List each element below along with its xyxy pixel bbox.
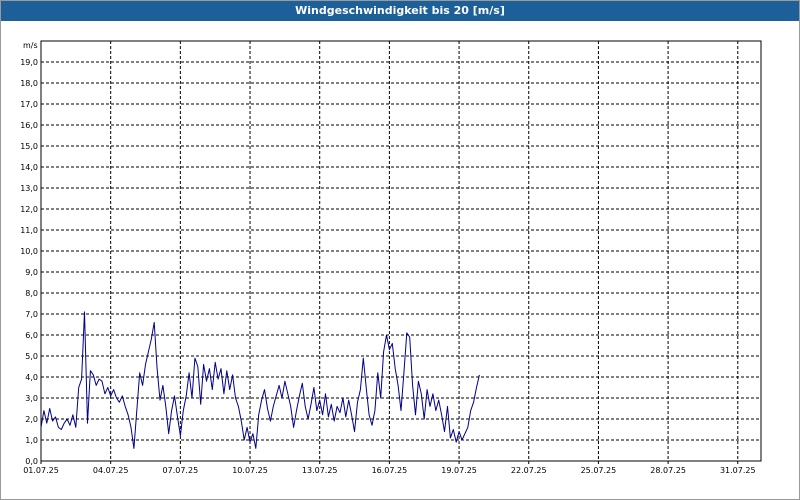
y-tick-label: 15,0 (20, 142, 38, 151)
x-tick-label: 25.07.25 (581, 466, 617, 475)
y-tick-label: 2,0 (25, 415, 38, 424)
y-tick-label: 13,0 (20, 184, 38, 193)
wind-speed-chart: m/s 0,0 1,0 2,0 3,0 4,0 5,0 6,0 7,0 8,0 9,0 10,0 11… (20, 40, 762, 475)
y-tick-label: 6,0 (25, 331, 38, 340)
x-tick-label: 22.07.25 (511, 466, 547, 475)
x-axis-ticks: 01.07.25 04.07.25 07.07.25 10.07.25 13.07.25… (23, 461, 756, 475)
y-tick-label: 12,0 (20, 205, 38, 214)
y-tick-label: 10,0 (20, 247, 38, 256)
y-tick-label: 17,0 (20, 100, 38, 109)
x-tick-label: 19.07.25 (441, 466, 477, 475)
y-tick-label: 19,0 (20, 58, 38, 67)
y-tick-label: 9,0 (25, 268, 38, 277)
x-tick-label: 07.07.25 (163, 466, 199, 475)
x-tick-label: 04.07.25 (93, 466, 129, 475)
window-title: Windgeschwindigkeit bis 20 [m/s] (1, 1, 799, 21)
x-tick-label: 10.07.25 (232, 466, 268, 475)
x-tick-label: 13.07.25 (302, 466, 338, 475)
x-tick-label: 31.07.25 (720, 466, 756, 475)
y-tick-label: 5,0 (25, 352, 38, 361)
x-tick-label: 28.07.25 (650, 466, 686, 475)
y-axis-ticks: 0,0 1,0 2,0 3,0 4,0 5,0 6,0 7,0 8,0 9,0 10,0 11,0 12… (20, 58, 38, 466)
x-tick-label: 01.07.25 (23, 466, 59, 475)
y-tick-label: 16,0 (20, 121, 38, 130)
y-tick-label: 7,0 (25, 310, 38, 319)
x-tick-label: 16.07.25 (372, 466, 408, 475)
grid (41, 41, 761, 461)
y-tick-label: 11,0 (20, 226, 38, 235)
y-tick-label: 4,0 (25, 373, 38, 382)
y-tick-label: 1,0 (25, 436, 38, 445)
y-tick-label: 14,0 (20, 163, 38, 172)
chart-window: Windgeschwindigkeit bis 20 [m/s] m/s 0,0… (0, 0, 800, 500)
y-tick-label: 18,0 (20, 79, 38, 88)
y-axis-unit-label: m/s (23, 41, 38, 50)
y-tick-label: 0,0 (25, 457, 38, 466)
y-tick-label: 3,0 (25, 394, 38, 403)
y-tick-label: 8,0 (25, 289, 38, 298)
